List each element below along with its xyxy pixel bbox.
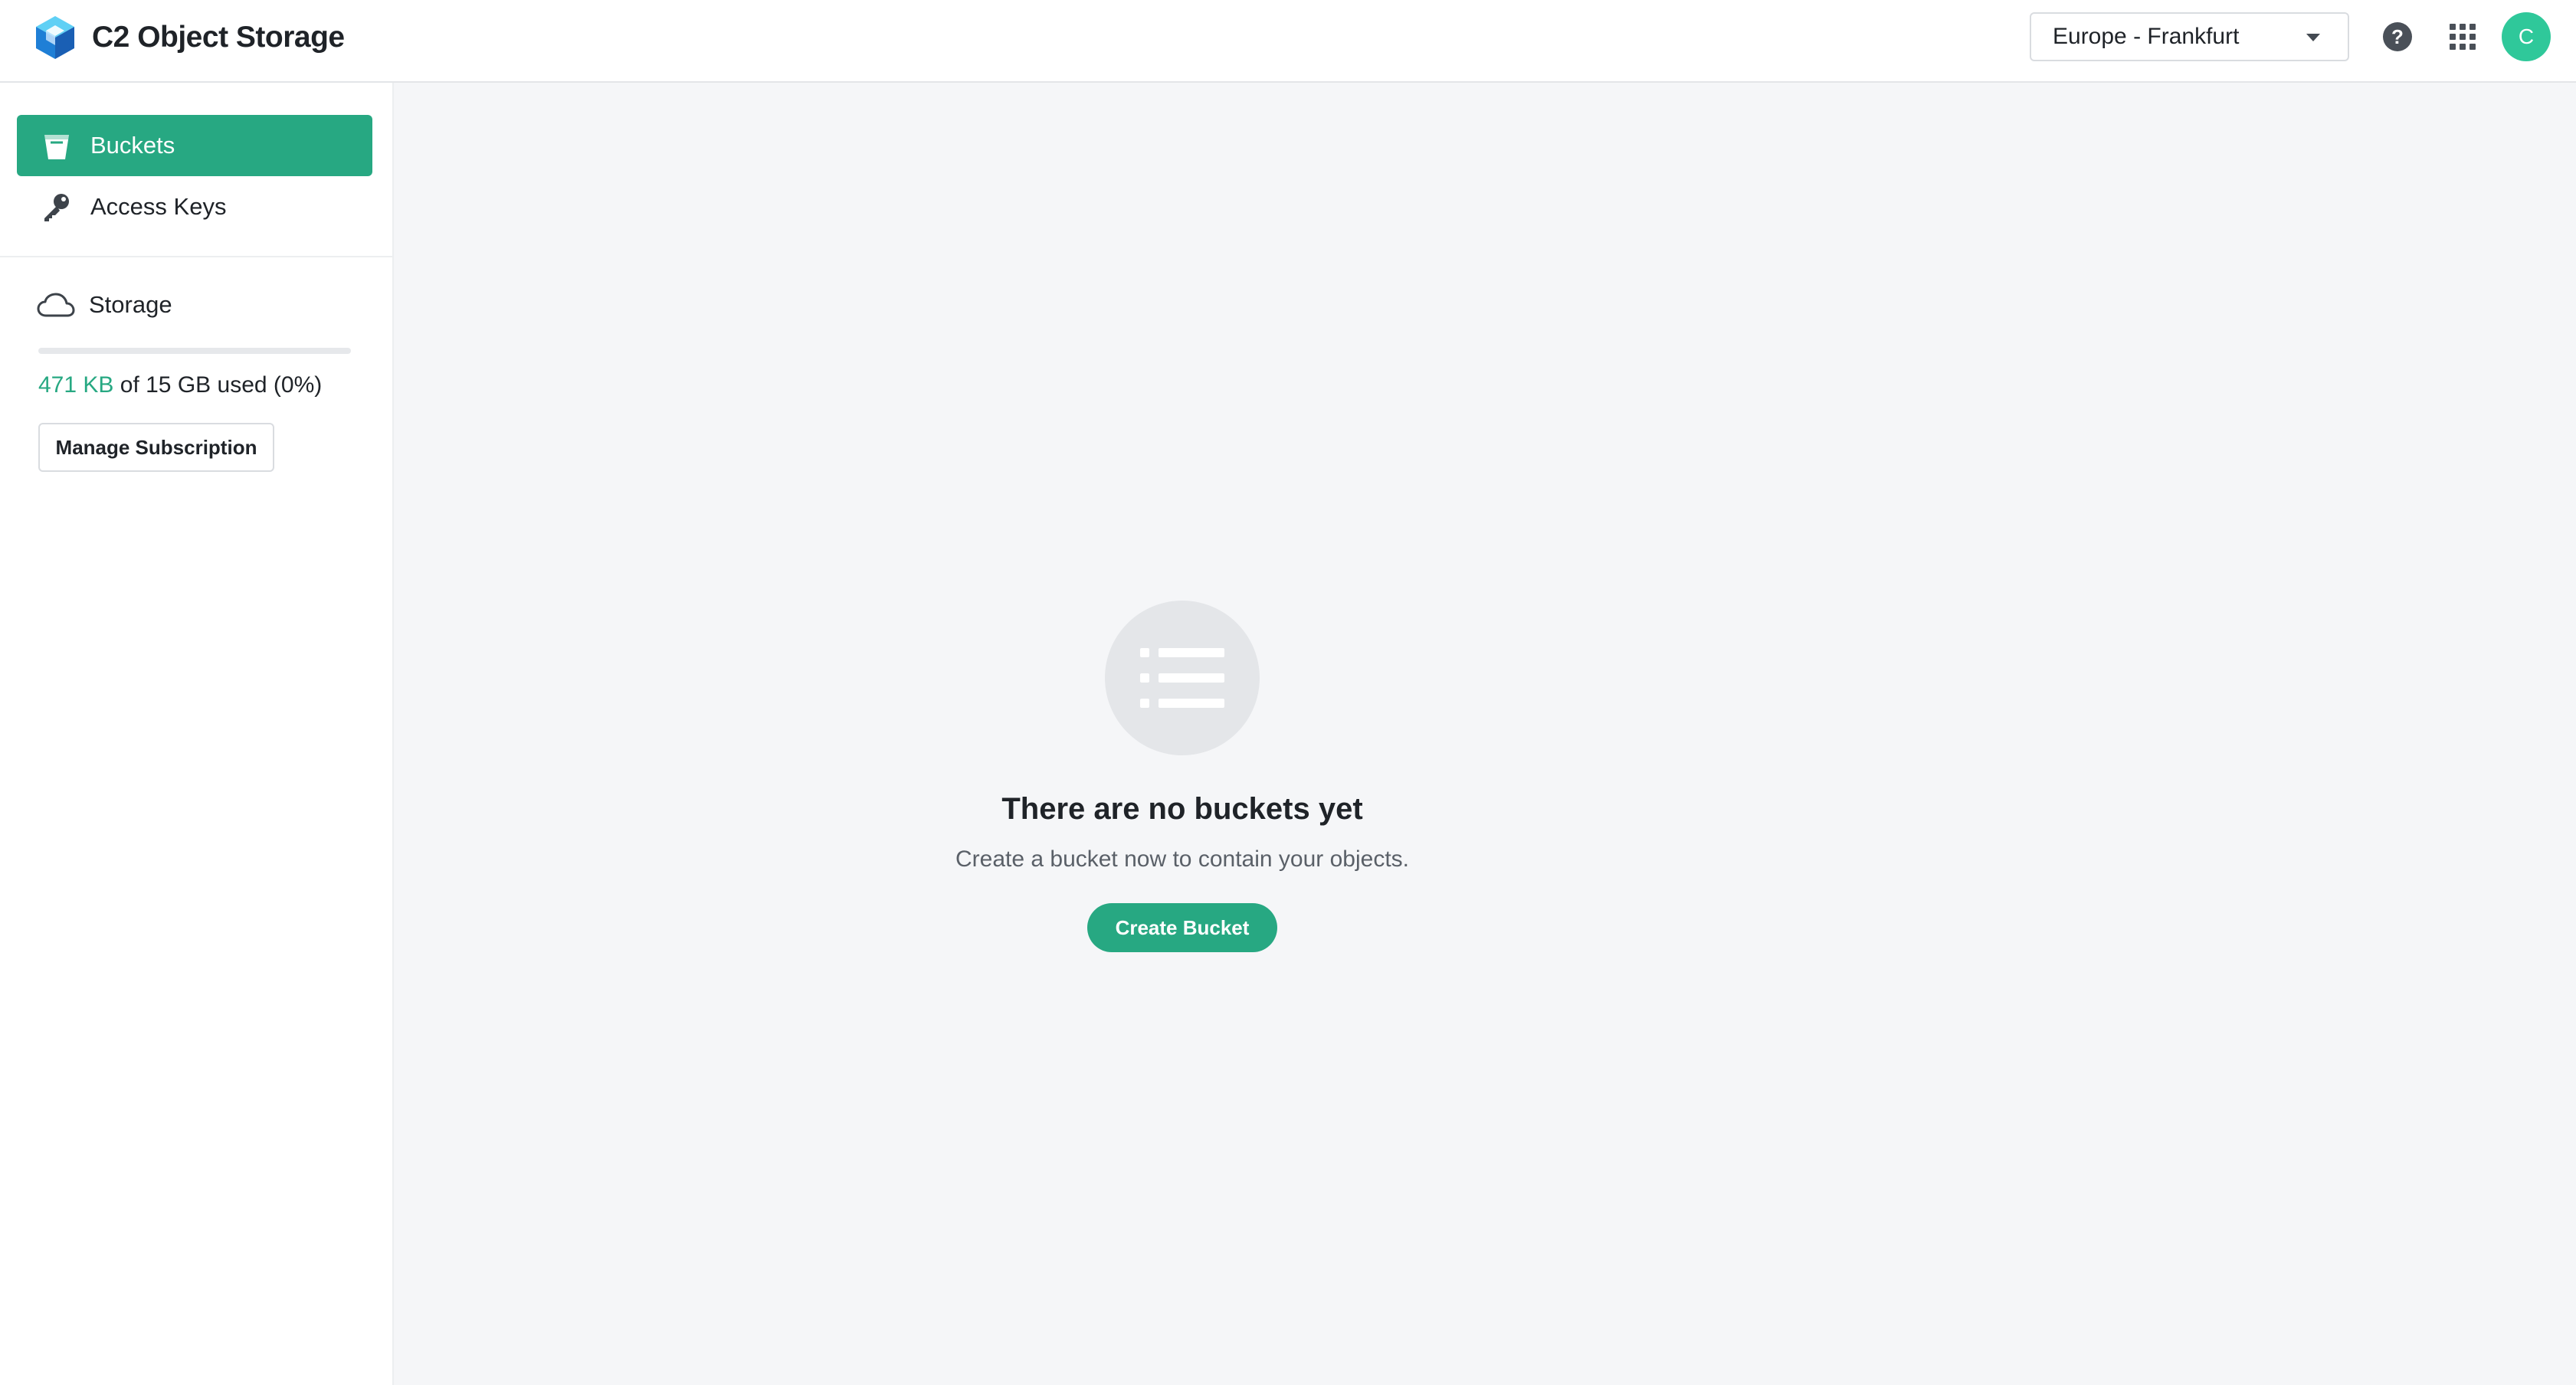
bucket-icon [44,135,69,159]
apps-grid-icon[interactable] [2450,24,2476,50]
sidebar-item-access-keys[interactable]: Access Keys [17,176,372,237]
storage-usage-text: 471 KB of 15 GB used (0%) [38,372,322,398]
brand[interactable]: C2 Object Storage [32,14,345,61]
storage-usage-bar [38,348,351,354]
cube-logo-icon [36,16,74,59]
chevron-down-icon [2306,34,2320,41]
list-icon [1105,601,1260,755]
storage-label: Storage [89,291,172,318]
app-title: C2 Object Storage [92,21,345,54]
sidebar-item-buckets[interactable]: Buckets [17,115,372,176]
region-selected-value: Europe - Frankfurt [2053,24,2240,49]
top-bar: C2 Object Storage Europe - Frankfurt ? C [0,0,2576,83]
region-select[interactable]: Europe - Frankfurt [2030,12,2349,61]
avatar[interactable]: C [2502,12,2551,61]
empty-state-title: There are no buckets yet [1001,792,1363,826]
list-glyph [1140,648,1224,708]
sidebar: Buckets Access Keys Storage 471 KB of 15… [0,83,394,1385]
sidebar-divider [0,256,392,257]
cloud-icon [37,293,75,317]
help-icon[interactable]: ? [2383,22,2412,51]
manage-subscription-button[interactable]: Manage Subscription [38,423,274,472]
create-bucket-button[interactable]: Create Bucket [1087,903,1277,952]
sidebar-item-label: Access Keys [90,193,227,220]
sidebar-item-label: Buckets [90,132,175,159]
storage-usage-rest: of 15 GB used (0%) [120,372,323,398]
key-icon [44,194,69,221]
empty-state: There are no buckets yet Create a bucket… [876,601,1489,952]
storage-used-value: 471 KB [38,372,114,398]
storage-header: Storage [37,288,172,322]
empty-state-subtitle: Create a bucket now to contain your obje… [955,846,1409,872]
